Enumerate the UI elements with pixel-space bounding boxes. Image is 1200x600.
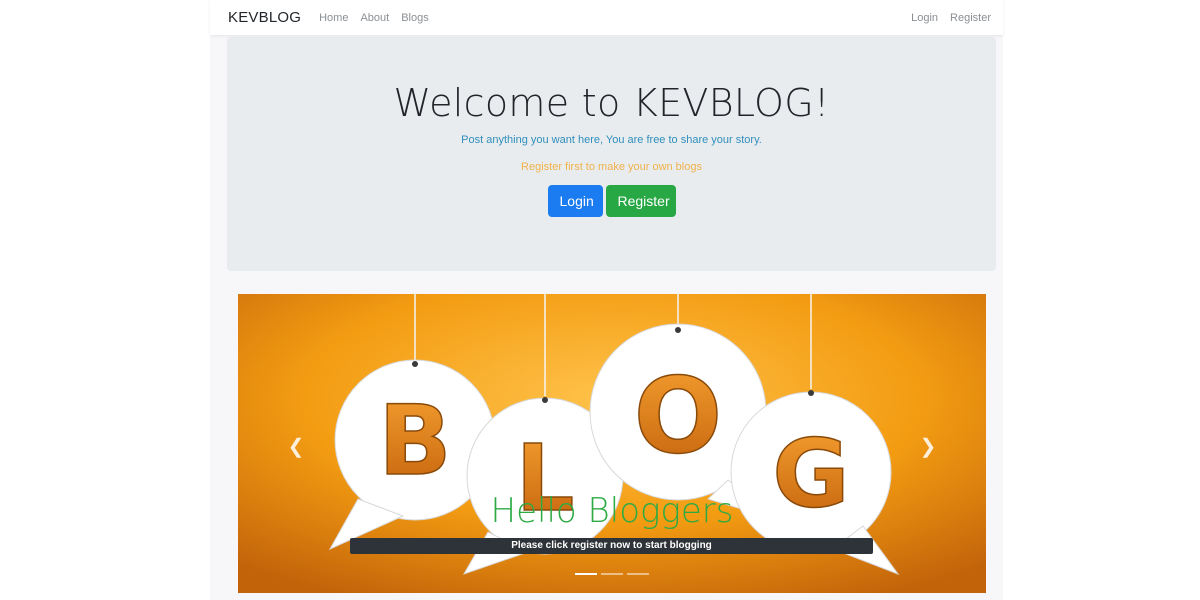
nav-left: KEVBLOG Home About Blogs bbox=[228, 9, 441, 26]
chevron-left-icon: ❮ bbox=[287, 436, 305, 458]
nav-link-register[interactable]: Register bbox=[950, 12, 991, 24]
page-container: Welcome to KEVBLOG! Post anything you wa… bbox=[210, 35, 1003, 600]
carousel-indicator-2[interactable] bbox=[601, 573, 623, 575]
navbar: KEVBLOG Home About Blogs Login Register bbox=[210, 0, 1003, 35]
brand-link[interactable]: KEVBLOG bbox=[228, 9, 301, 26]
carousel-prev-button[interactable]: ❮ bbox=[286, 434, 306, 459]
carousel-indicator-1[interactable] bbox=[575, 573, 597, 575]
slide-letter-b: B bbox=[378, 385, 451, 497]
nav-link-about[interactable]: About bbox=[360, 12, 389, 24]
page-title: Welcome to KEVBLOG! bbox=[393, 81, 830, 125]
chevron-right-icon: ❯ bbox=[919, 436, 937, 458]
nav-link-login[interactable]: Login bbox=[911, 12, 938, 24]
carousel-next-button[interactable]: ❯ bbox=[918, 434, 938, 459]
carousel-indicators bbox=[238, 573, 986, 575]
carousel-indicator-3[interactable] bbox=[627, 573, 649, 575]
login-button[interactable]: Login bbox=[547, 185, 603, 217]
slide-letter-o: O bbox=[634, 355, 722, 477]
nav-link-blogs[interactable]: Blogs bbox=[401, 12, 429, 24]
jumbotron-note: Register first to make your own blogs bbox=[521, 161, 702, 173]
register-button[interactable]: Register bbox=[605, 185, 676, 217]
carousel-caption-title: Hello Bloggers bbox=[490, 491, 734, 531]
nav-link-home[interactable]: Home bbox=[319, 12, 348, 24]
carousel-caption-text: Please click register now to start blogg… bbox=[350, 538, 873, 554]
nav-right: Login Register bbox=[899, 12, 991, 24]
jumbotron: Welcome to KEVBLOG! Post anything you wa… bbox=[227, 37, 996, 271]
jumbotron-lead: Post anything you want here, You are fre… bbox=[461, 134, 762, 146]
carousel: B L O G ❮ ❯ Hello Bloggers Please click … bbox=[238, 294, 986, 593]
jumbotron-actions: Login Register bbox=[227, 185, 996, 217]
